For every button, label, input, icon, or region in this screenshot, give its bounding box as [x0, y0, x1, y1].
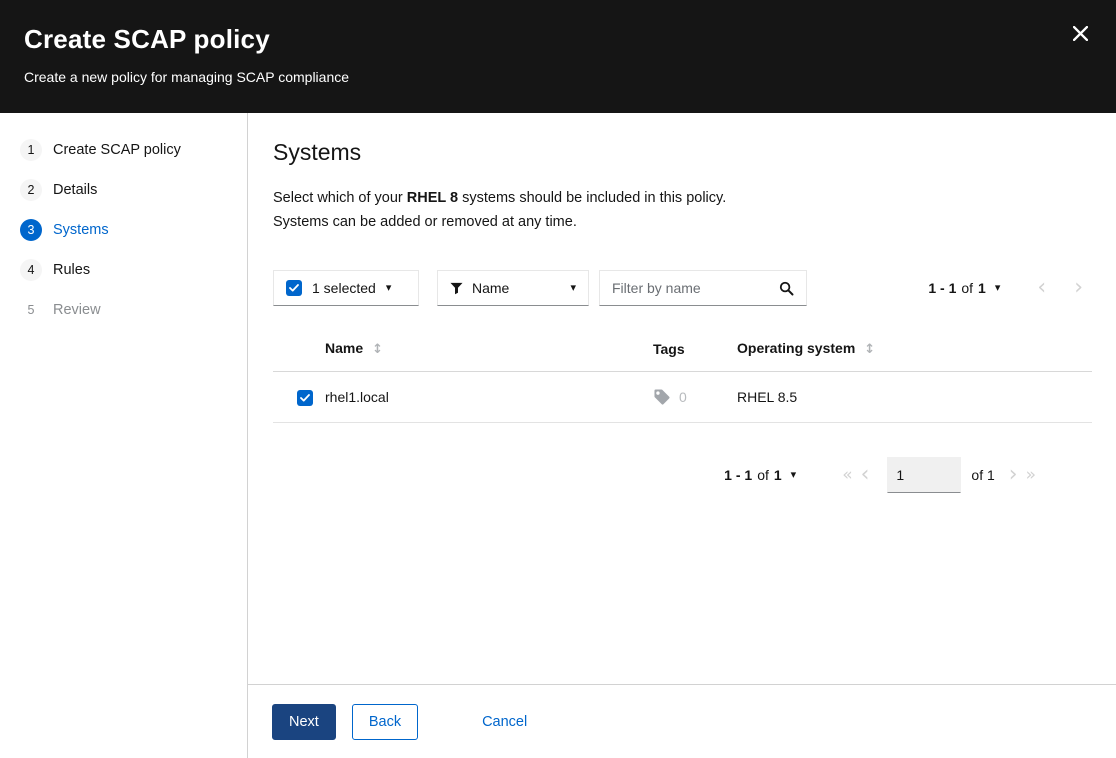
- back-button[interactable]: Back: [351, 703, 419, 740]
- caret-down-icon: ▾: [570, 281, 576, 294]
- page-title: Systems: [273, 139, 362, 165]
- pagination-menu-toggle[interactable]: 1 - 1 of 1 ▾: [928, 280, 1000, 296]
- filter-attribute-label: Name: [472, 280, 510, 296]
- wizard-nav: 1 Create SCAP policy 2 Details 3 Systems…: [0, 113, 248, 758]
- current-page-input[interactable]: [887, 457, 962, 493]
- column-header-tags: Tags: [653, 332, 737, 372]
- caret-down-icon: ▾: [385, 281, 392, 294]
- first-page-icon[interactable]: «: [838, 466, 856, 484]
- row-checkbox[interactable]: [297, 389, 313, 406]
- step-label: Review: [53, 302, 101, 318]
- pagination-nav: « ‹ of 1 › »: [838, 457, 1040, 493]
- wizard-step-rules[interactable]: 4 Rules: [0, 250, 247, 290]
- column-header-operating-system[interactable]: Operating system ↕: [737, 332, 1092, 372]
- systems-toolbar: 1 selected ▾ Name ▾ Filter by name 1 - 1…: [273, 270, 1092, 306]
- close-icon[interactable]: [1069, 22, 1092, 45]
- tag-count: 0: [679, 389, 687, 405]
- bulk-select-label: 1 selected: [312, 280, 376, 296]
- next-button[interactable]: Next: [272, 703, 336, 740]
- prev-page-icon[interactable]: ‹: [857, 464, 874, 486]
- pagination-total: 1: [773, 467, 782, 483]
- modal-body: 1 Create SCAP policy 2 Details 3 Systems…: [0, 113, 1116, 758]
- operating-system-cell: RHEL 8.5: [737, 371, 1092, 423]
- pagination-menu-toggle[interactable]: 1 - 1 of 1 ▾: [724, 467, 796, 483]
- column-header-name[interactable]: Name ↕: [325, 332, 653, 372]
- modal-header: Create SCAP policy Create a new policy f…: [0, 0, 1116, 113]
- prev-page-icon[interactable]: ‹: [1028, 277, 1055, 299]
- step-number: 5: [27, 303, 35, 317]
- description-text: systems should be included in this polic…: [458, 190, 727, 206]
- pagination-total: 1: [978, 280, 986, 296]
- wizard-step-systems[interactable]: 3 Systems: [0, 210, 247, 250]
- description-bold-text: RHEL 8: [406, 190, 459, 206]
- systems-table: Name ↕ Tags Operating system ↕ rhel1.loc…: [273, 332, 1092, 423]
- pagination-range: 1 - 1: [928, 280, 957, 296]
- wizard-step-review[interactable]: 5 Review: [0, 290, 247, 330]
- tags-cell: 0: [653, 388, 737, 406]
- wizard-step-details[interactable]: 2 Details: [0, 170, 247, 210]
- table-row: rhel1.local 0 RHEL 8.5: [273, 371, 1092, 423]
- pagination-top: 1 - 1 of 1 ▾ ‹ ›: [928, 277, 1092, 299]
- filter-icon: [450, 282, 463, 295]
- wizard-footer: Next Back Cancel: [248, 684, 1116, 758]
- step-number: 4: [20, 259, 42, 281]
- wizard-content-column: Systems Select which of your RHEL 8 syst…: [248, 113, 1116, 758]
- step-label: Create SCAP policy: [53, 142, 181, 158]
- systems-step-content: Systems Select which of your RHEL 8 syst…: [248, 113, 1116, 684]
- step-number: 2: [20, 179, 42, 201]
- step-label: Systems: [53, 222, 109, 238]
- step-number: 3: [20, 219, 42, 241]
- create-scap-policy-modal: Create SCAP policy Create a new policy f…: [0, 0, 1116, 758]
- step-label: Rules: [53, 262, 91, 278]
- tag-icon: [653, 388, 671, 406]
- modal-subtitle: Create a new policy for managing SCAP co…: [24, 69, 350, 85]
- column-label: Operating system: [737, 340, 856, 356]
- pagination-bottom: 1 - 1 of 1 ▾ « ‹ of 1 › »: [273, 457, 1092, 493]
- of-pages-label: of 1: [971, 467, 995, 483]
- bulk-select-dropdown[interactable]: 1 selected ▾: [273, 270, 419, 306]
- step-label: Details: [53, 182, 98, 198]
- table-header-row: Name ↕ Tags Operating system ↕: [273, 332, 1092, 372]
- caret-down-icon: ▾: [790, 468, 797, 481]
- next-page-icon[interactable]: ›: [1005, 464, 1022, 486]
- filter-attribute-dropdown[interactable]: Name ▾: [437, 270, 589, 306]
- description-text: Systems can be added or removed at any t…: [273, 214, 577, 230]
- step-description: Select which of your RHEL 8 systems shou…: [273, 186, 1092, 234]
- last-page-icon[interactable]: »: [1022, 466, 1040, 484]
- system-name-cell: rhel1.local: [325, 371, 653, 423]
- wizard-step-create-scap-policy[interactable]: 1 Create SCAP policy: [0, 130, 247, 170]
- modal-title: Create SCAP policy: [24, 24, 270, 54]
- search-icon[interactable]: [779, 281, 794, 296]
- column-label: Tags: [653, 340, 685, 357]
- next-page-icon[interactable]: ›: [1065, 277, 1092, 299]
- description-text: Select which of your: [273, 190, 407, 206]
- filter-by-name-input[interactable]: [612, 280, 779, 296]
- caret-down-icon: ▾: [994, 281, 1001, 294]
- pagination-of-label: of: [961, 280, 974, 296]
- sort-icon: ↕: [372, 342, 384, 357]
- sort-icon: ↕: [864, 342, 876, 357]
- cancel-button[interactable]: Cancel: [482, 704, 527, 740]
- select-column-header: [273, 332, 325, 372]
- pagination-range: 1 - 1: [724, 467, 753, 483]
- bulk-select-checkbox[interactable]: [286, 280, 302, 296]
- column-label: Name: [325, 340, 364, 356]
- step-number: 1: [20, 139, 42, 161]
- pagination-of-label: of: [757, 467, 769, 483]
- search-box: [599, 270, 807, 306]
